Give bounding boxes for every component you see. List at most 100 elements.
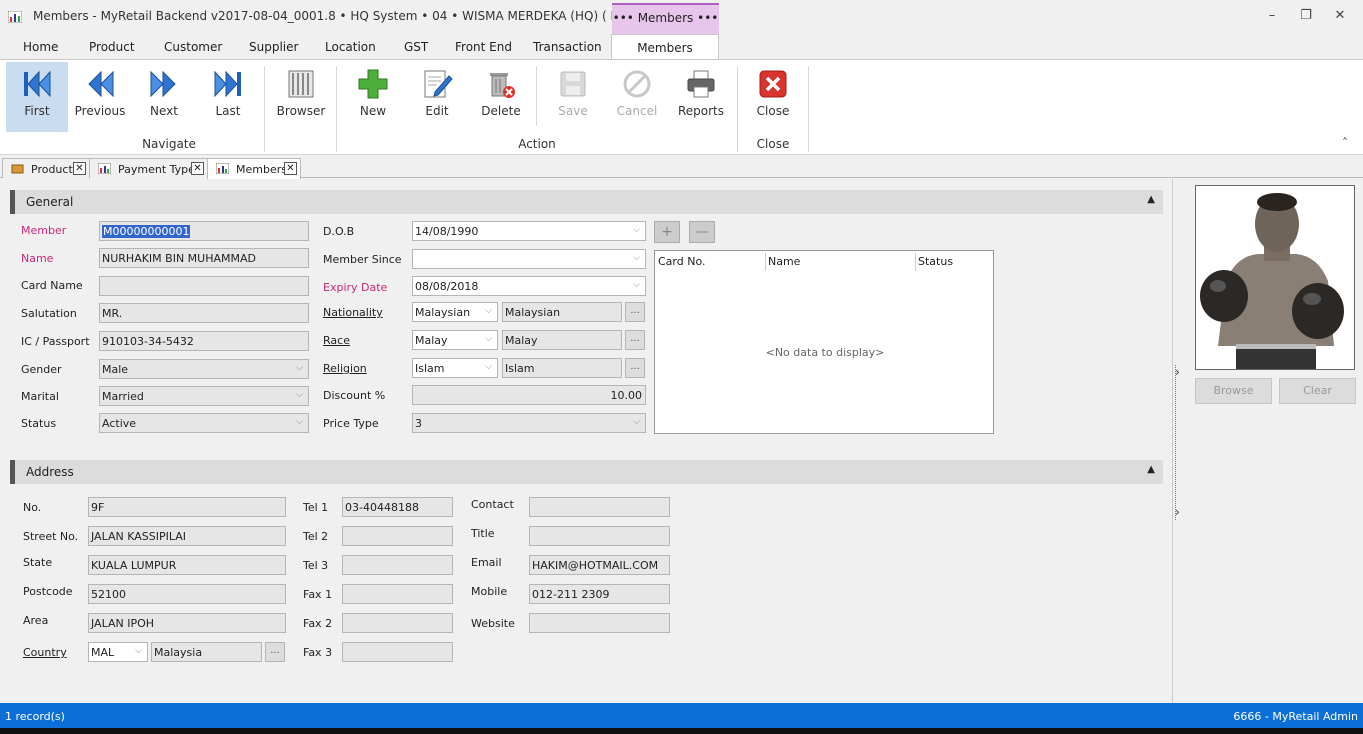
country-lookup-button[interactable]: ... — [265, 642, 285, 662]
postcode-label: Postcode — [23, 585, 73, 598]
last-button[interactable]: Last — [197, 62, 259, 132]
nationality-link[interactable]: Nationality — [323, 306, 383, 319]
ribbon-collapse-button[interactable]: ˄ — [1342, 136, 1348, 150]
clear-photo-button[interactable]: Clear — [1279, 378, 1356, 404]
state-field[interactable]: KUALA LUMPUR — [88, 555, 286, 575]
action-group-label: Action — [518, 137, 556, 151]
restore-button[interactable]: ❐ — [1291, 6, 1321, 26]
cancel-button[interactable]: Cancel — [606, 62, 668, 132]
salutation-label: Salutation — [21, 307, 77, 320]
doc-tab-members[interactable]: Members ✕ — [207, 158, 301, 179]
doc-tab-product[interactable]: Product ✕ — [2, 158, 90, 178]
title-label: Title — [471, 527, 495, 540]
marital-select[interactable]: Married ⌵ — [99, 386, 309, 406]
new-button[interactable]: New — [342, 62, 404, 132]
collapse-general-icon[interactable]: ▲ — [1147, 194, 1155, 205]
column-header-status[interactable]: Status — [918, 255, 953, 268]
remove-card-button[interactable]: — — [689, 221, 715, 243]
browser-button[interactable]: Browser — [270, 62, 332, 132]
tel3-field[interactable] — [342, 555, 453, 575]
member-field[interactable]: M00000000001 — [99, 221, 309, 241]
minimize-button[interactable]: – — [1257, 6, 1287, 26]
cards-grid[interactable]: Card No. Name Status <No data to display… — [654, 250, 994, 434]
reports-button[interactable]: Reports — [670, 62, 732, 132]
next-button[interactable]: Next — [133, 62, 195, 132]
fax2-field[interactable] — [342, 613, 453, 633]
religion-lookup-button[interactable]: ... — [625, 358, 645, 378]
browse-photo-button[interactable]: Browse — [1195, 378, 1272, 404]
fax3-field[interactable] — [342, 642, 453, 662]
first-button[interactable]: First — [6, 62, 68, 132]
doc-tab-payment-type[interactable]: Payment Type ✕ — [89, 158, 208, 178]
gender-select[interactable]: Male ⌵ — [99, 359, 309, 379]
religion-link[interactable]: Religion — [323, 362, 367, 375]
email-field[interactable]: HAKIM@HOTMAIL.COM — [529, 555, 670, 575]
street-no-field[interactable]: JALAN KASSIPILAI — [88, 526, 286, 546]
close-tab-members-icon[interactable]: ✕ — [284, 162, 297, 175]
panel-splitter[interactable] — [1175, 365, 1181, 520]
chart-icon — [98, 163, 111, 174]
chevron-right-icon[interactable]: › — [1175, 505, 1180, 519]
collapse-address-icon[interactable]: ▲ — [1147, 464, 1155, 475]
race-lookup-button[interactable]: ... — [625, 330, 645, 350]
general-section-header[interactable]: General ▲ — [10, 190, 1163, 214]
previous-button[interactable]: Previous — [69, 62, 131, 132]
tel1-field[interactable]: 03-40448188 — [342, 497, 453, 517]
name-field[interactable]: NURHAKIM BIN MUHAMMAD — [99, 248, 309, 268]
nationality-select[interactable]: Malaysian ⌵ — [412, 302, 498, 322]
race-link[interactable]: Race — [323, 334, 350, 347]
menu-location[interactable]: Location — [325, 40, 376, 54]
country-code-value: MAL — [91, 646, 115, 659]
title-field[interactable] — [529, 526, 670, 546]
website-field[interactable] — [529, 613, 670, 633]
menu-front-end[interactable]: Front End — [455, 40, 512, 54]
close-tab-payment-type-icon[interactable]: ✕ — [191, 162, 204, 175]
area-field[interactable]: JALAN IPOH — [88, 613, 286, 633]
delete-button[interactable]: Delete — [470, 62, 532, 132]
card-name-field[interactable] — [99, 276, 309, 296]
menu-home[interactable]: Home — [23, 40, 58, 54]
menu-gst[interactable]: GST — [404, 40, 428, 54]
column-header-name[interactable]: Name — [768, 255, 800, 268]
country-link[interactable]: Country — [23, 646, 67, 659]
religion-select[interactable]: Islam ⌵ — [412, 358, 498, 378]
menu-transaction[interactable]: Transaction — [533, 40, 602, 54]
close-window-button[interactable]: ✕ — [1325, 6, 1355, 26]
discount-field[interactable]: 10.00 — [412, 385, 646, 405]
mobile-field[interactable]: 012-211 2309 — [529, 584, 670, 604]
edit-button[interactable]: Edit — [406, 62, 468, 132]
add-card-button[interactable]: + — [654, 221, 680, 243]
chevron-right-icon[interactable]: › — [1175, 365, 1180, 379]
salutation-field[interactable]: MR. — [99, 303, 309, 323]
close-tab-product-icon[interactable]: ✕ — [73, 162, 86, 175]
fax1-label: Fax 1 — [303, 588, 333, 601]
column-header-card-no[interactable]: Card No. — [658, 255, 706, 268]
context-tab-members[interactable]: ••• Members ••• — [612, 3, 719, 34]
country-select[interactable]: MAL ⌵ — [88, 642, 148, 662]
save-icon — [560, 71, 586, 97]
tel2-field[interactable] — [342, 526, 453, 546]
status-select[interactable]: Active ⌵ — [99, 413, 309, 433]
nationality-lookup-button[interactable]: ... — [625, 302, 645, 322]
dob-date-picker[interactable]: 14/08/1990 ⌵ — [412, 221, 646, 241]
save-button[interactable]: Save — [542, 62, 604, 132]
fax1-field[interactable] — [342, 584, 453, 604]
tel2-label: Tel 2 — [303, 530, 329, 543]
member-since-date-picker[interactable]: ⌵ — [412, 249, 646, 269]
dob-label: D.O.B — [323, 225, 355, 238]
no-field[interactable]: 9F — [88, 497, 286, 517]
contact-field[interactable] — [529, 497, 670, 517]
ic-passport-field[interactable]: 910103-34-5432 — [99, 331, 309, 351]
menu-members[interactable]: Members — [611, 34, 719, 60]
race-select[interactable]: Malay ⌵ — [412, 330, 498, 350]
address-section-header[interactable]: Address ▲ — [10, 460, 1163, 484]
race-code-value: Malay — [415, 334, 448, 347]
price-type-select[interactable]: 3 ⌵ — [412, 413, 646, 433]
previous-label: Previous — [74, 104, 126, 118]
postcode-field[interactable]: 52100 — [88, 584, 286, 604]
menu-customer[interactable]: Customer — [164, 40, 222, 54]
menu-supplier[interactable]: Supplier — [249, 40, 298, 54]
expiry-date-picker[interactable]: 08/08/2018 ⌵ — [412, 276, 646, 296]
menu-product[interactable]: Product — [89, 40, 135, 54]
close-button[interactable]: Close — [742, 62, 804, 132]
